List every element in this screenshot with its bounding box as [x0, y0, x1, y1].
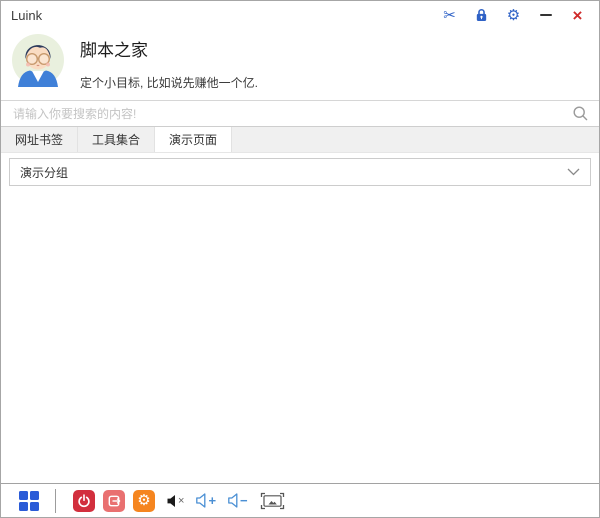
minimize-icon[interactable] [537, 6, 554, 24]
volume-up-mark: + [208, 493, 216, 508]
group-select[interactable]: 演示分组 [9, 158, 591, 186]
titlebar: Luink ✂ ⚙ × [1, 1, 599, 29]
profile-header: 脚本之家 定个小目标, 比如说先赚他一个亿. [1, 29, 599, 100]
screen-capture-icon[interactable] [260, 492, 285, 510]
mute-mark: × [178, 495, 184, 507]
search-icon[interactable] [572, 105, 589, 122]
tab-bar: 网址书签 工具集合 演示页面 [1, 127, 599, 153]
cut-icon[interactable]: ✂ [441, 6, 458, 24]
volume-down-mark: − [240, 493, 248, 508]
content-area: 演示分组 [1, 153, 599, 483]
volume-up-button[interactable]: + [195, 493, 216, 508]
mute-button[interactable]: × [166, 494, 184, 508]
toolbar-divider [55, 489, 56, 513]
search-bar [1, 100, 599, 127]
volume-down-button[interactable]: − [227, 493, 248, 508]
avatar[interactable] [10, 31, 66, 87]
titlebar-icons: ✂ ⚙ × [441, 6, 589, 24]
close-icon[interactable]: × [569, 6, 586, 24]
profile-text: 脚本之家 定个小目标, 比如说先赚他一个亿. [80, 31, 258, 91]
app-window: Luink ✂ ⚙ × [0, 0, 600, 518]
lock-icon[interactable] [473, 6, 490, 24]
bottom-toolbar: ⚙ × + − [1, 483, 599, 517]
profile-name: 脚本之家 [80, 36, 258, 61]
settings-icon[interactable]: ⚙ [505, 6, 522, 24]
tab-demo-page[interactable]: 演示页面 [155, 127, 232, 152]
group-select-value: 演示分组 [20, 164, 68, 181]
settings-button[interactable]: ⚙ [133, 490, 155, 512]
power-button[interactable] [73, 490, 95, 512]
exit-button[interactable] [103, 490, 125, 512]
tab-tools[interactable]: 工具集合 [78, 127, 155, 152]
profile-motto: 定个小目标, 比如说先赚他一个亿. [80, 74, 258, 91]
apps-grid-icon[interactable] [19, 491, 39, 511]
tab-bookmarks[interactable]: 网址书签 [1, 127, 78, 152]
search-input[interactable] [11, 106, 572, 122]
chevron-down-icon [567, 168, 580, 176]
window-title: Luink [11, 8, 42, 23]
